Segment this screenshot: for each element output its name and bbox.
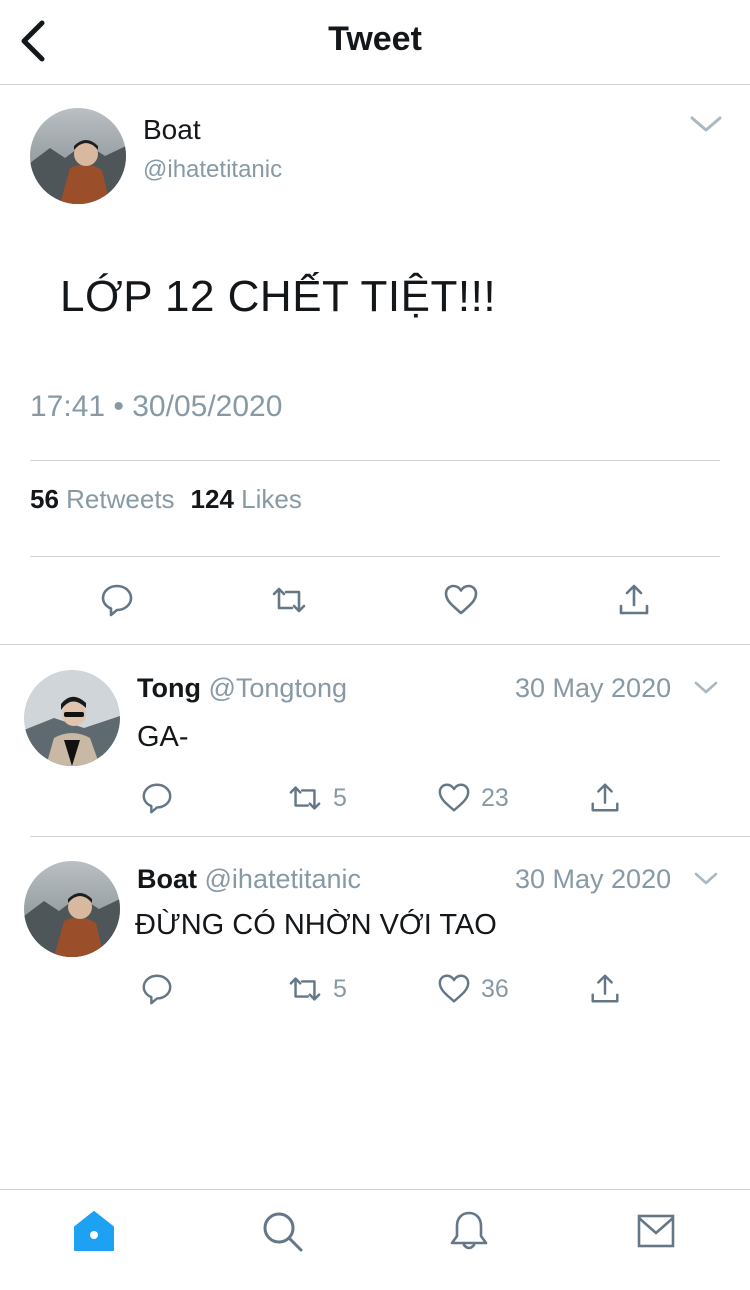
tab-messages[interactable] xyxy=(633,1208,679,1254)
share-button[interactable] xyxy=(614,580,654,620)
retweet-button[interactable]: 5 xyxy=(287,780,347,816)
reply-text: ĐỪNG CÓ NHỜN VỚI TAO xyxy=(135,909,497,941)
share-icon xyxy=(591,783,619,812)
like-button[interactable]: 23 xyxy=(437,780,509,816)
reply-icon xyxy=(101,584,133,617)
tab-home[interactable] xyxy=(71,1208,117,1254)
chevron-down-icon xyxy=(694,681,718,694)
retweets-label: Retweets xyxy=(66,484,175,514)
retweet-icon xyxy=(272,587,306,613)
like-count: 23 xyxy=(481,783,509,812)
avatar-photo xyxy=(24,861,120,957)
tab-bar xyxy=(0,1189,750,1290)
tab-notifications[interactable] xyxy=(446,1208,492,1254)
likes-label: Likes xyxy=(241,484,302,514)
avatar[interactable] xyxy=(24,670,120,766)
reply-menu-button[interactable] xyxy=(692,869,720,889)
bell-icon xyxy=(450,1211,488,1250)
search-icon xyxy=(263,1212,303,1252)
chevron-down-icon xyxy=(694,872,718,885)
retweets-stat[interactable]: 56 Retweets xyxy=(30,484,175,514)
divider xyxy=(30,460,720,461)
reply-text: GA- xyxy=(137,721,189,753)
reply-icon xyxy=(142,783,172,814)
retweet-button[interactable]: 5 xyxy=(287,971,347,1007)
heart-icon xyxy=(444,584,478,615)
divider xyxy=(30,556,720,557)
retweet-button[interactable] xyxy=(269,580,309,620)
tweet-stats: 56 Retweets 124 Likes xyxy=(30,484,302,515)
reply-author-handle: @Tongtong xyxy=(208,673,347,703)
mail-icon xyxy=(637,1214,675,1248)
heart-icon xyxy=(438,974,470,1003)
reply-button[interactable] xyxy=(140,971,174,1007)
home-icon xyxy=(74,1211,114,1251)
top-bar: Tweet xyxy=(0,0,750,85)
reply-author-name: Boat xyxy=(137,864,197,894)
retweet-icon xyxy=(289,977,321,1001)
page-title: Tweet xyxy=(328,20,422,58)
tweet-menu-button[interactable] xyxy=(686,110,726,138)
reply-button[interactable] xyxy=(140,780,174,816)
share-button[interactable] xyxy=(588,780,622,816)
retweet-count: 56 xyxy=(30,484,59,514)
reply-author[interactable]: Tong @Tongtong xyxy=(137,673,347,704)
retweet-icon xyxy=(289,786,321,810)
chevron-down-icon xyxy=(690,116,722,132)
tweet-text: LỚP 12 CHẾT TIỆT!!! xyxy=(60,272,497,321)
tweet-timestamp: 17:41 • 30/05/2020 xyxy=(30,390,283,423)
avatar-photo xyxy=(24,670,120,766)
like-button[interactable] xyxy=(441,580,481,620)
reply-icon xyxy=(142,974,172,1005)
share-button[interactable] xyxy=(588,971,622,1007)
reply-author-handle: @ihatetitanic xyxy=(204,864,362,894)
reply-button[interactable] xyxy=(97,580,137,620)
author-name[interactable]: Boat xyxy=(143,114,201,146)
share-icon xyxy=(591,974,619,1003)
tab-search[interactable] xyxy=(259,1208,305,1254)
likes-stat[interactable]: 124 Likes xyxy=(191,484,302,514)
author-handle[interactable]: @ihatetitanic xyxy=(143,156,282,184)
reply-menu-button[interactable] xyxy=(692,678,720,698)
like-count: 36 xyxy=(481,974,509,1003)
divider xyxy=(0,644,750,645)
retweet-count: 5 xyxy=(333,783,347,812)
avatar-photo xyxy=(30,108,126,204)
share-icon xyxy=(619,584,649,615)
avatar[interactable] xyxy=(24,861,120,957)
reply-author[interactable]: Boat @ihatetitanic xyxy=(137,864,361,895)
heart-icon xyxy=(438,783,470,812)
like-count: 124 xyxy=(190,484,234,514)
retweet-count: 5 xyxy=(333,974,347,1003)
avatar[interactable] xyxy=(30,108,126,204)
divider xyxy=(30,836,750,837)
reply-date: 30 May 2020 xyxy=(515,673,672,703)
reply-date: 30 May 2020 xyxy=(515,864,672,894)
like-button[interactable]: 36 xyxy=(437,971,509,1007)
reply-author-name: Tong xyxy=(137,673,201,703)
